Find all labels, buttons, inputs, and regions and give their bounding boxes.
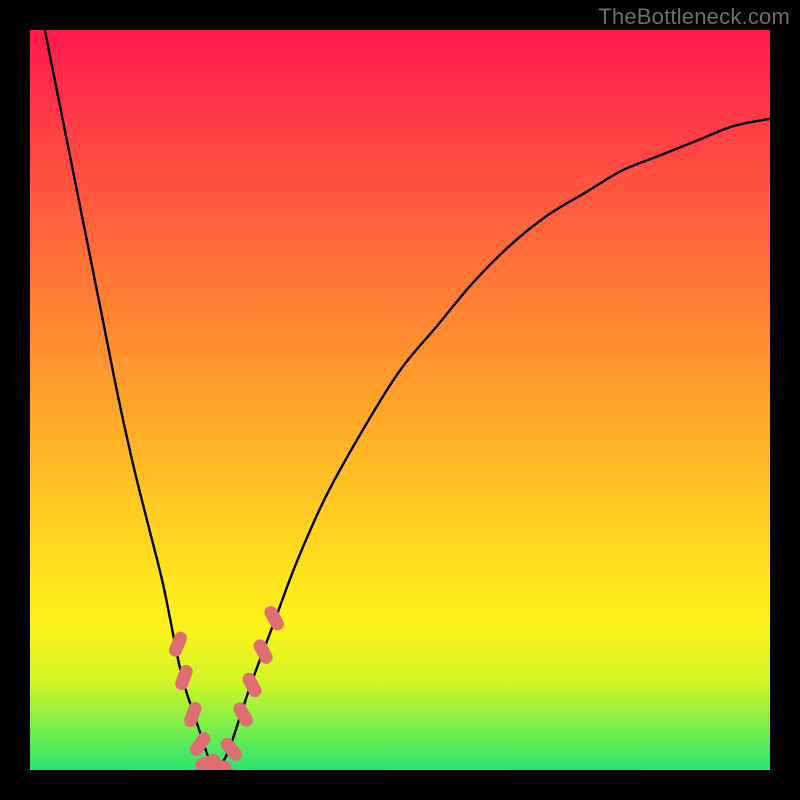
curve-line (45, 30, 770, 770)
marker (182, 700, 203, 729)
marker (262, 604, 286, 633)
marker (187, 730, 213, 759)
chart-frame: TheBottleneck.com (0, 0, 800, 800)
marker (167, 630, 189, 659)
marker (251, 637, 275, 666)
chart-svg (30, 30, 770, 770)
marker (218, 735, 245, 763)
marker-group (167, 604, 286, 770)
watermark-text: TheBottleneck.com (598, 4, 790, 30)
plot-area (30, 30, 770, 770)
marker (240, 670, 264, 699)
marker (231, 700, 255, 729)
marker (173, 663, 194, 692)
